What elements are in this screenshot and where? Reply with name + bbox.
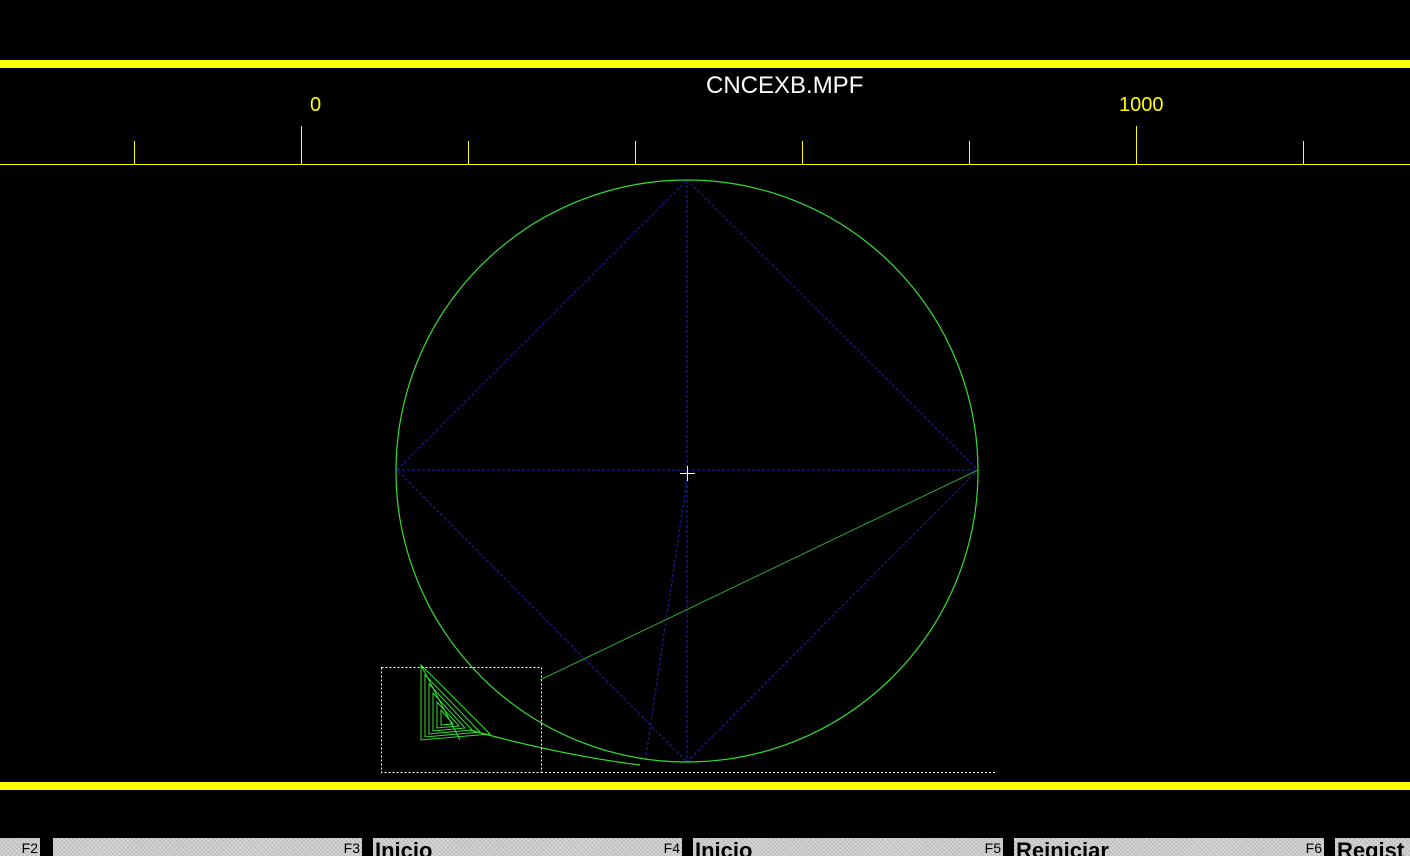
toolpath-diagonal [539, 469, 979, 681]
pocket-contour [420, 663, 492, 741]
horizontal-ruler [0, 126, 1410, 165]
softkey-regist-label: Regist [1337, 838, 1405, 856]
rapid-diagonal-move [644, 479, 688, 763]
crosshair-icon [680, 466, 695, 481]
bottom-frame-bar [0, 782, 1410, 790]
softkey-inicio-label: Inicio [695, 838, 753, 856]
softkey-inicio[interactable]: Inicio F5 [693, 838, 1003, 856]
zoom-selection[interactable] [381, 667, 996, 773]
softkey-f4-fn: F4 [663, 840, 680, 856]
softkey-reiniciar-label: Reiniciar [1016, 838, 1109, 856]
softkey-bar: F2 F3 Inicio F4 Inicio F5 Reiniciar F6 R… [0, 838, 1410, 856]
softkey-f5-fn: F5 [984, 840, 1001, 856]
softkey-regist[interactable]: Regist [1335, 838, 1410, 856]
softkey-f2[interactable]: F2 [0, 838, 40, 856]
simulation-canvas[interactable] [0, 0, 1410, 856]
pocket-entry [420, 664, 461, 741]
softkey-f4[interactable]: Inicio F4 [373, 838, 682, 856]
softkey-f4-label: Inicio [375, 838, 433, 856]
softkey-f6-fn: F6 [1305, 840, 1322, 856]
softkey-f3[interactable]: F3 [53, 838, 362, 856]
softkey-f2-fn: F2 [21, 840, 38, 856]
toolpath-connector [469, 729, 641, 766]
cnc-simulation-screen: CNCEXB.MPF 0 1000 F2 F3 Inicio F4 Inicio… [0, 0, 1410, 856]
softkey-reiniciar[interactable]: Reiniciar F6 [1014, 838, 1324, 856]
zoom-window-rect [381, 667, 542, 773]
softkey-f3-fn: F3 [343, 840, 360, 856]
